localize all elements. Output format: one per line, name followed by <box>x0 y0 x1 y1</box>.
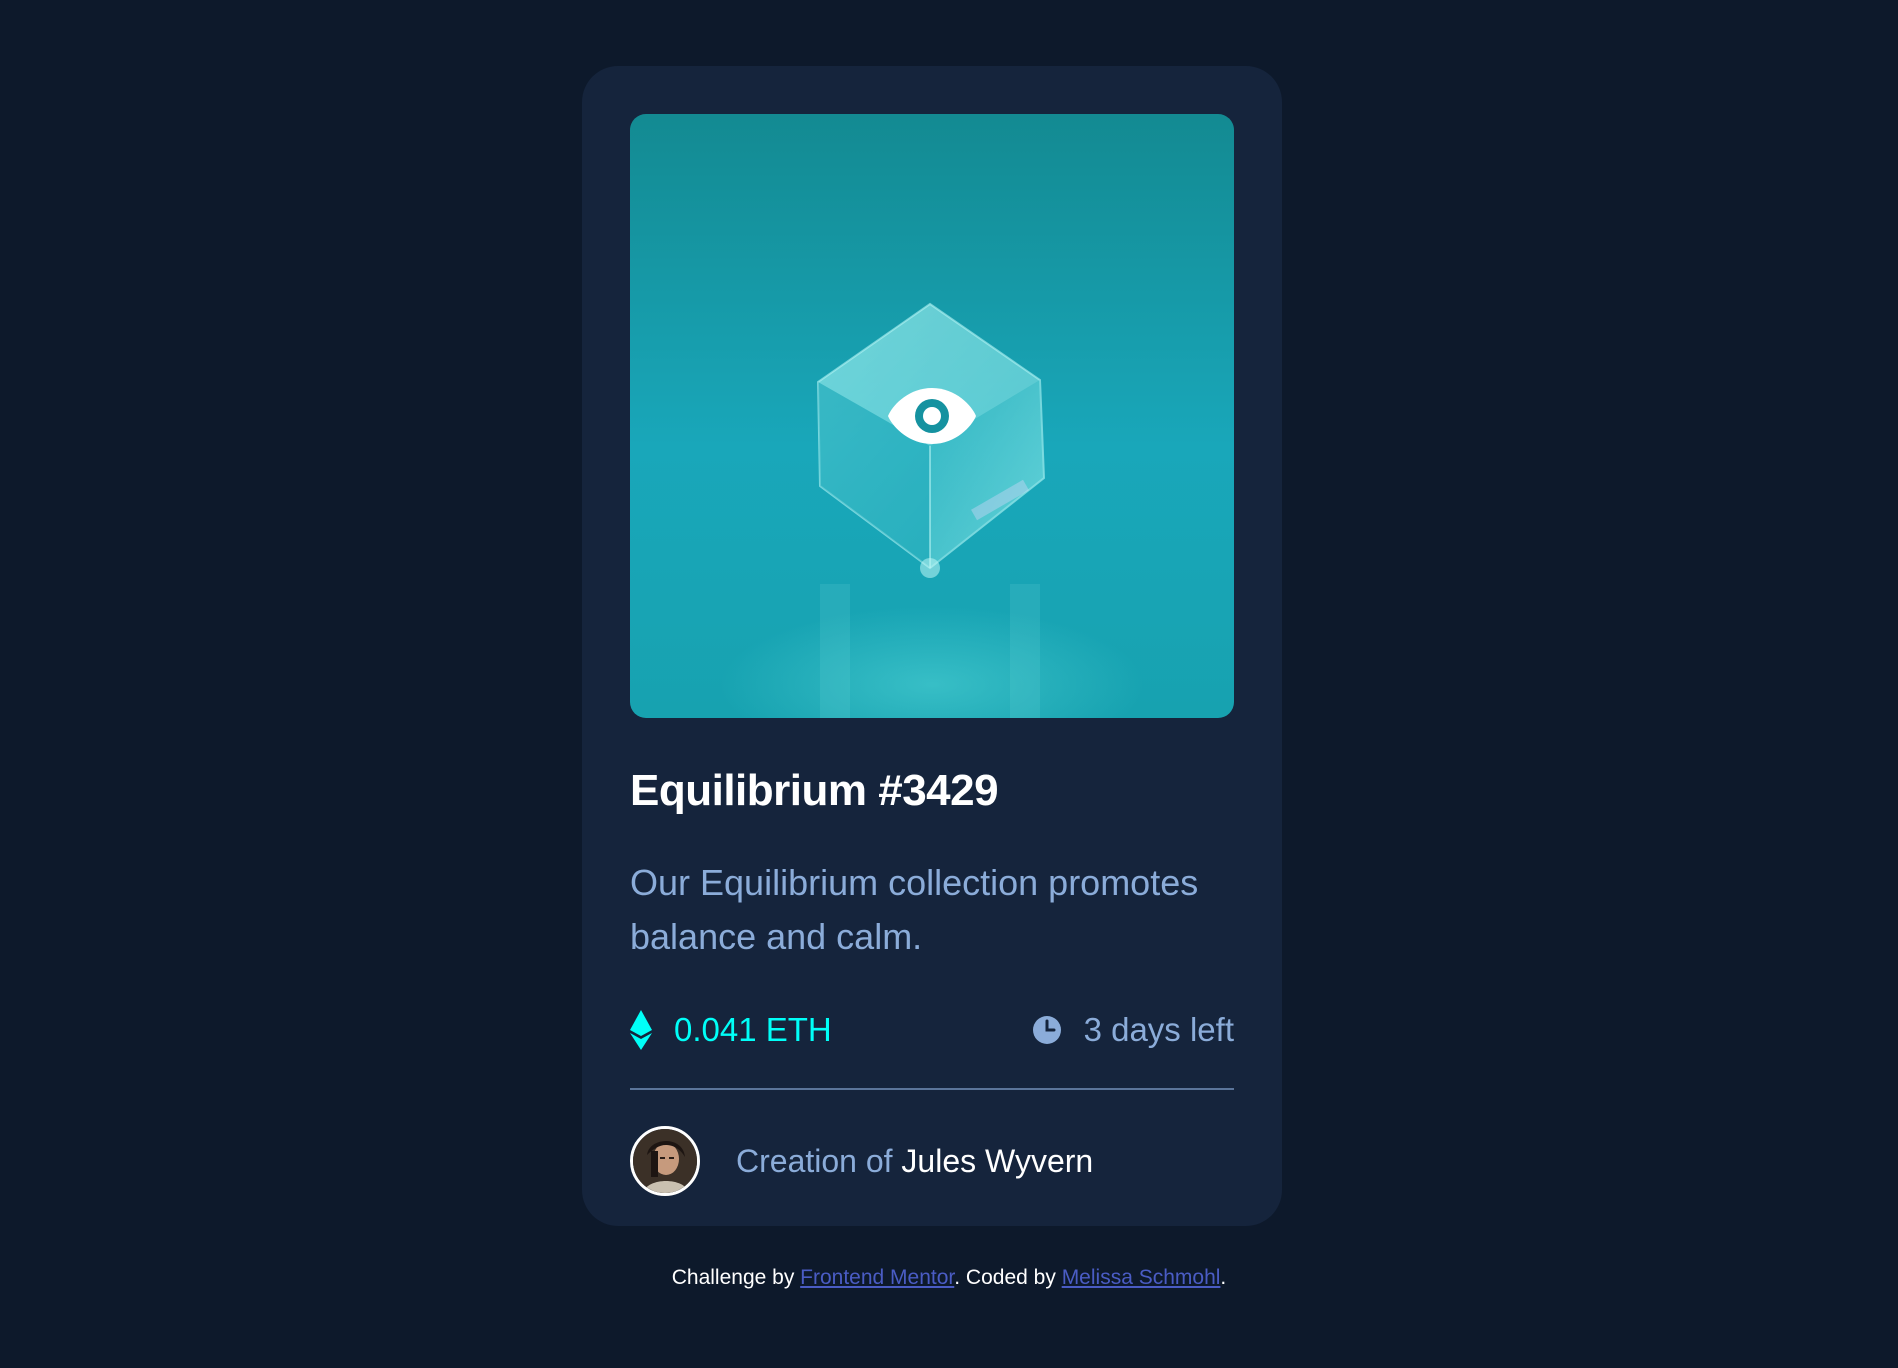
time-stat: 3 days left <box>1032 1011 1234 1049</box>
creator-text: Creation of Jules Wyvern <box>736 1143 1093 1180</box>
nft-card: Equilibrium #3429 Our Equilibrium collec… <box>582 66 1282 1226</box>
creator-name-link[interactable]: Jules Wyvern <box>901 1143 1093 1179</box>
nft-image[interactable] <box>630 114 1234 718</box>
nft-description: Our Equilibrium collection promotes bala… <box>630 862 1199 957</box>
nft-title[interactable]: Equilibrium #3429 <box>630 766 999 816</box>
time-left: 3 days left <box>1083 1011 1234 1048</box>
divider <box>630 1088 1234 1090</box>
ethereum-icon <box>630 1010 652 1050</box>
avatar <box>630 1126 700 1196</box>
author-link[interactable]: Melissa Schmohl <box>1062 1266 1221 1289</box>
attribution: Challenge by Frontend Mentor. Coded by M… <box>0 1266 1898 1290</box>
coded-by-text: . Coded by <box>954 1266 1056 1289</box>
frontend-mentor-link[interactable]: Frontend Mentor <box>800 1266 954 1289</box>
nft-stats: 0.041 ETH 3 days left <box>630 1008 1234 1052</box>
price-stat: 0.041 ETH <box>630 1010 832 1050</box>
attribution-prefix: Challenge by <box>671 1266 795 1289</box>
creator-prefix: Creation of <box>736 1142 893 1179</box>
clock-icon <box>1032 1016 1061 1044</box>
creator-row: Creation of Jules Wyvern <box>630 1126 1234 1196</box>
price-value: 0.041 ETH <box>674 1011 832 1048</box>
eye-icon <box>888 388 976 444</box>
attribution-suffix: . <box>1220 1266 1227 1289</box>
